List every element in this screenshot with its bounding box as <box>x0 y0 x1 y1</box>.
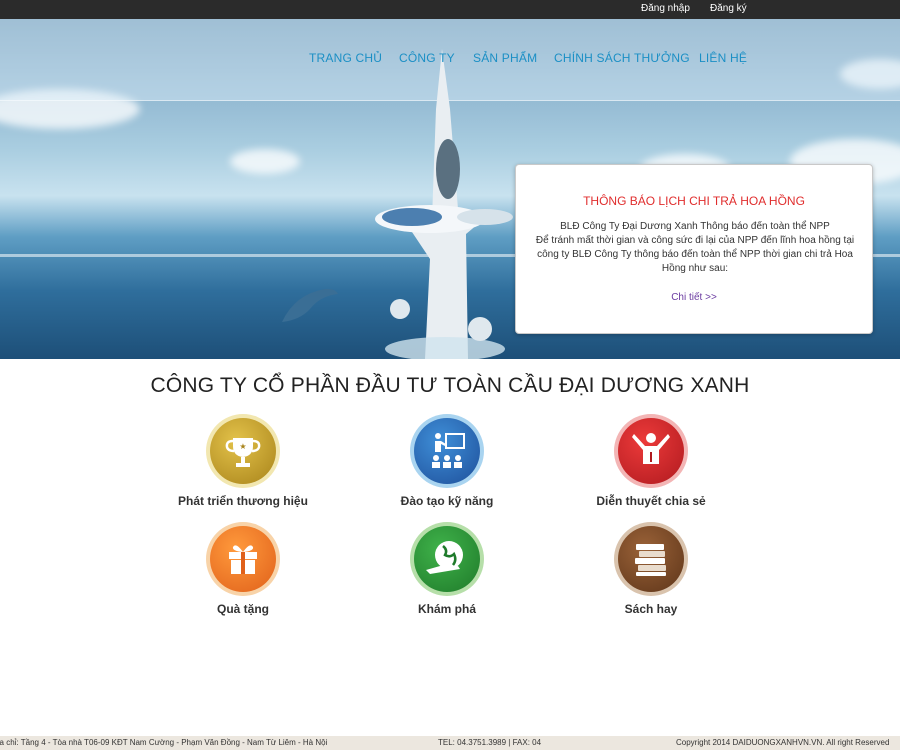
trophy-icon: ★ <box>225 438 261 467</box>
feature-gifts[interactable]: Quà tặng <box>163 522 323 616</box>
svg-text:★: ★ <box>239 442 246 451</box>
login-link[interactable]: Đăng nhập <box>641 3 690 14</box>
nav-item-home[interactable]: TRANG CHỦ <box>309 51 382 65</box>
globe-plane-icon <box>426 541 463 574</box>
feature-label: Quà tặng <box>216 602 269 616</box>
feature-explore[interactable]: Khám phá <box>367 522 527 616</box>
feature-label: Sách hay <box>624 602 678 616</box>
feature-label: Đào tạo kỹ năng <box>400 494 494 508</box>
notice-body-line-2: Để tránh mất thời gian và công sức đi lạ… <box>535 235 855 274</box>
feature-icon-circle <box>410 522 484 596</box>
nav-item-reward-policy[interactable]: CHÍNH SÁCH THƯỞNG <box>554 51 690 65</box>
notice-body: BLĐ Công Ty Đại Dương Xanh Thông báo đến… <box>530 220 860 276</box>
nav-item-products[interactable]: SẢN PHẨM <box>473 51 537 65</box>
feature-brand-development[interactable]: ★ Phát triển thương hiệu <box>163 414 323 508</box>
feature-good-books[interactable]: Sách hay <box>571 522 731 616</box>
notice-details-link[interactable]: Chi tiết >> <box>516 292 872 303</box>
gift-icon <box>229 545 257 574</box>
ocean-tower-illustration <box>375 49 513 359</box>
cloud <box>230 149 300 174</box>
register-link[interactable]: Đăng ký <box>710 3 747 14</box>
feature-icon-circle <box>614 522 688 596</box>
books-icon <box>635 544 666 576</box>
notice-body-line-1: BLĐ Công Ty Đại Dương Xanh Thông báo đến… <box>560 221 830 232</box>
nav-item-company[interactable]: CÔNG TY <box>399 51 455 65</box>
feature-label: Phát triển thương hiệu <box>178 494 308 508</box>
feature-skills-training[interactable]: Đào tạo kỹ năng <box>367 414 527 508</box>
footer-copyright: Copyright 2014 DAIDUONGXANHVN.VN. All ri… <box>676 738 890 747</box>
footer-address: Địa chỉ: Tầng 4 - Tòa nhà T06-09 KĐT Nam… <box>0 738 328 747</box>
company-title: CÔNG TY CỔ PHẦN ĐẦU TƯ TOÀN CẦU ĐẠI DƯƠN… <box>150 374 750 397</box>
feature-icon-circle: ★ <box>206 414 280 488</box>
whale-illustration <box>282 288 338 322</box>
feature-label: Khám phá <box>417 602 476 616</box>
main-nav: TRANG CHỦ CÔNG TY SẢN PHẨM CHÍNH SÁCH TH… <box>0 51 900 71</box>
notice-title: THÔNG BÁO LỊCH CHI TRẢ HOA HỒNG <box>583 194 805 208</box>
presentation-icon <box>432 433 465 468</box>
feature-icon-circle <box>206 522 280 596</box>
top-bar: Đăng nhập Đăng ký <box>0 0 900 19</box>
feature-public-speaking[interactable]: Diễn thuyết chia sẻ <box>571 414 731 508</box>
nav-item-contact[interactable]: LIÊN HỆ <box>699 51 747 65</box>
footer: Địa chỉ: Tầng 4 - Tòa nhà T06-09 KĐT Nam… <box>0 736 900 750</box>
feature-icon-circle <box>410 414 484 488</box>
commission-notice-box: THÔNG BÁO LỊCH CHI TRẢ HOA HỒNG BLĐ Công… <box>515 164 873 334</box>
feature-icon-circle <box>614 414 688 488</box>
feature-label: Diễn thuyết chia sẻ <box>596 494 706 508</box>
speaker-icon <box>632 433 670 464</box>
footer-phone: TEL: 04.3751.3989 | FAX: 04 <box>438 738 542 747</box>
